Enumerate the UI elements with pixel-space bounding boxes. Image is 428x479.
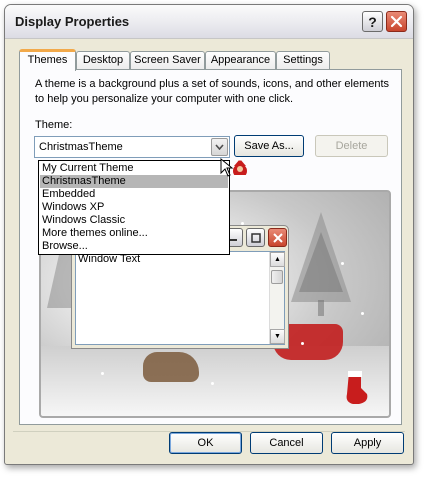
preview-window-body: Window Text ▲ ▼ bbox=[75, 251, 285, 345]
tab-appearance[interactable]: Appearance bbox=[205, 51, 276, 70]
close-button[interactable] bbox=[386, 11, 407, 32]
close-icon bbox=[390, 15, 403, 28]
theme-option-embedded[interactable]: Embedded bbox=[40, 188, 228, 201]
window-title: Display Properties bbox=[15, 14, 130, 29]
combobox-dropdown-button[interactable] bbox=[211, 138, 228, 156]
scroll-thumb bbox=[271, 270, 283, 284]
theme-combobox[interactable]: ChristmasTheme bbox=[34, 136, 230, 158]
scroll-up-icon: ▲ bbox=[270, 252, 285, 267]
theme-label: Theme: bbox=[35, 119, 73, 131]
theme-description: A theme is a background plus a set of so… bbox=[35, 78, 390, 105]
maximize-icon bbox=[246, 228, 265, 247]
theme-option-browse[interactable]: Browse... bbox=[40, 240, 228, 253]
tab-label: Themes bbox=[27, 54, 68, 66]
tree-image bbox=[291, 212, 351, 316]
scroll-down-icon: ▼ bbox=[270, 329, 285, 344]
tab-desktop[interactable]: Desktop bbox=[76, 51, 130, 70]
display-properties-window: Display Properties ? Themes Desktop Scre… bbox=[4, 4, 414, 465]
stocking-icon bbox=[346, 371, 368, 404]
santa-cursor-icon bbox=[220, 157, 247, 178]
help-icon: ? bbox=[368, 13, 377, 30]
tab-label: Screen Saver bbox=[134, 54, 201, 66]
chevron-down-icon bbox=[215, 144, 224, 150]
theme-option-more-online[interactable]: More themes online... bbox=[40, 227, 228, 240]
delete-button[interactable]: Delete bbox=[315, 135, 388, 157]
apply-button[interactable]: Apply bbox=[331, 432, 404, 454]
tab-screen-saver[interactable]: Screen Saver bbox=[130, 51, 205, 70]
tab-themes[interactable]: Themes bbox=[19, 49, 76, 71]
save-as-button[interactable]: Save As... bbox=[234, 135, 304, 157]
cancel-button[interactable]: Cancel bbox=[250, 432, 323, 454]
ok-button[interactable]: OK bbox=[169, 432, 242, 454]
tab-settings[interactable]: Settings bbox=[276, 51, 330, 70]
theme-option-windows-xp[interactable]: Windows XP bbox=[40, 201, 228, 214]
theme-combobox-value: ChristmasTheme bbox=[39, 141, 123, 153]
tab-label: Desktop bbox=[82, 54, 124, 66]
theme-dropdown-list: My Current Theme ChristmasTheme Embedded… bbox=[38, 160, 230, 255]
theme-option-christmas[interactable]: ChristmasTheme bbox=[40, 175, 228, 188]
reindeer-image bbox=[143, 352, 199, 382]
theme-option-windows-classic[interactable]: Windows Classic bbox=[40, 214, 228, 227]
tab-label: Settings bbox=[283, 54, 323, 66]
title-bar[interactable]: Display Properties ? bbox=[5, 5, 413, 39]
snow-ground bbox=[41, 346, 389, 416]
help-button[interactable]: ? bbox=[362, 11, 383, 32]
tab-label: Appearance bbox=[210, 54, 271, 66]
theme-option-my-current[interactable]: My Current Theme bbox=[40, 162, 228, 175]
preview-scrollbar: ▲ ▼ bbox=[269, 252, 285, 344]
preview-close-icon bbox=[268, 228, 287, 247]
